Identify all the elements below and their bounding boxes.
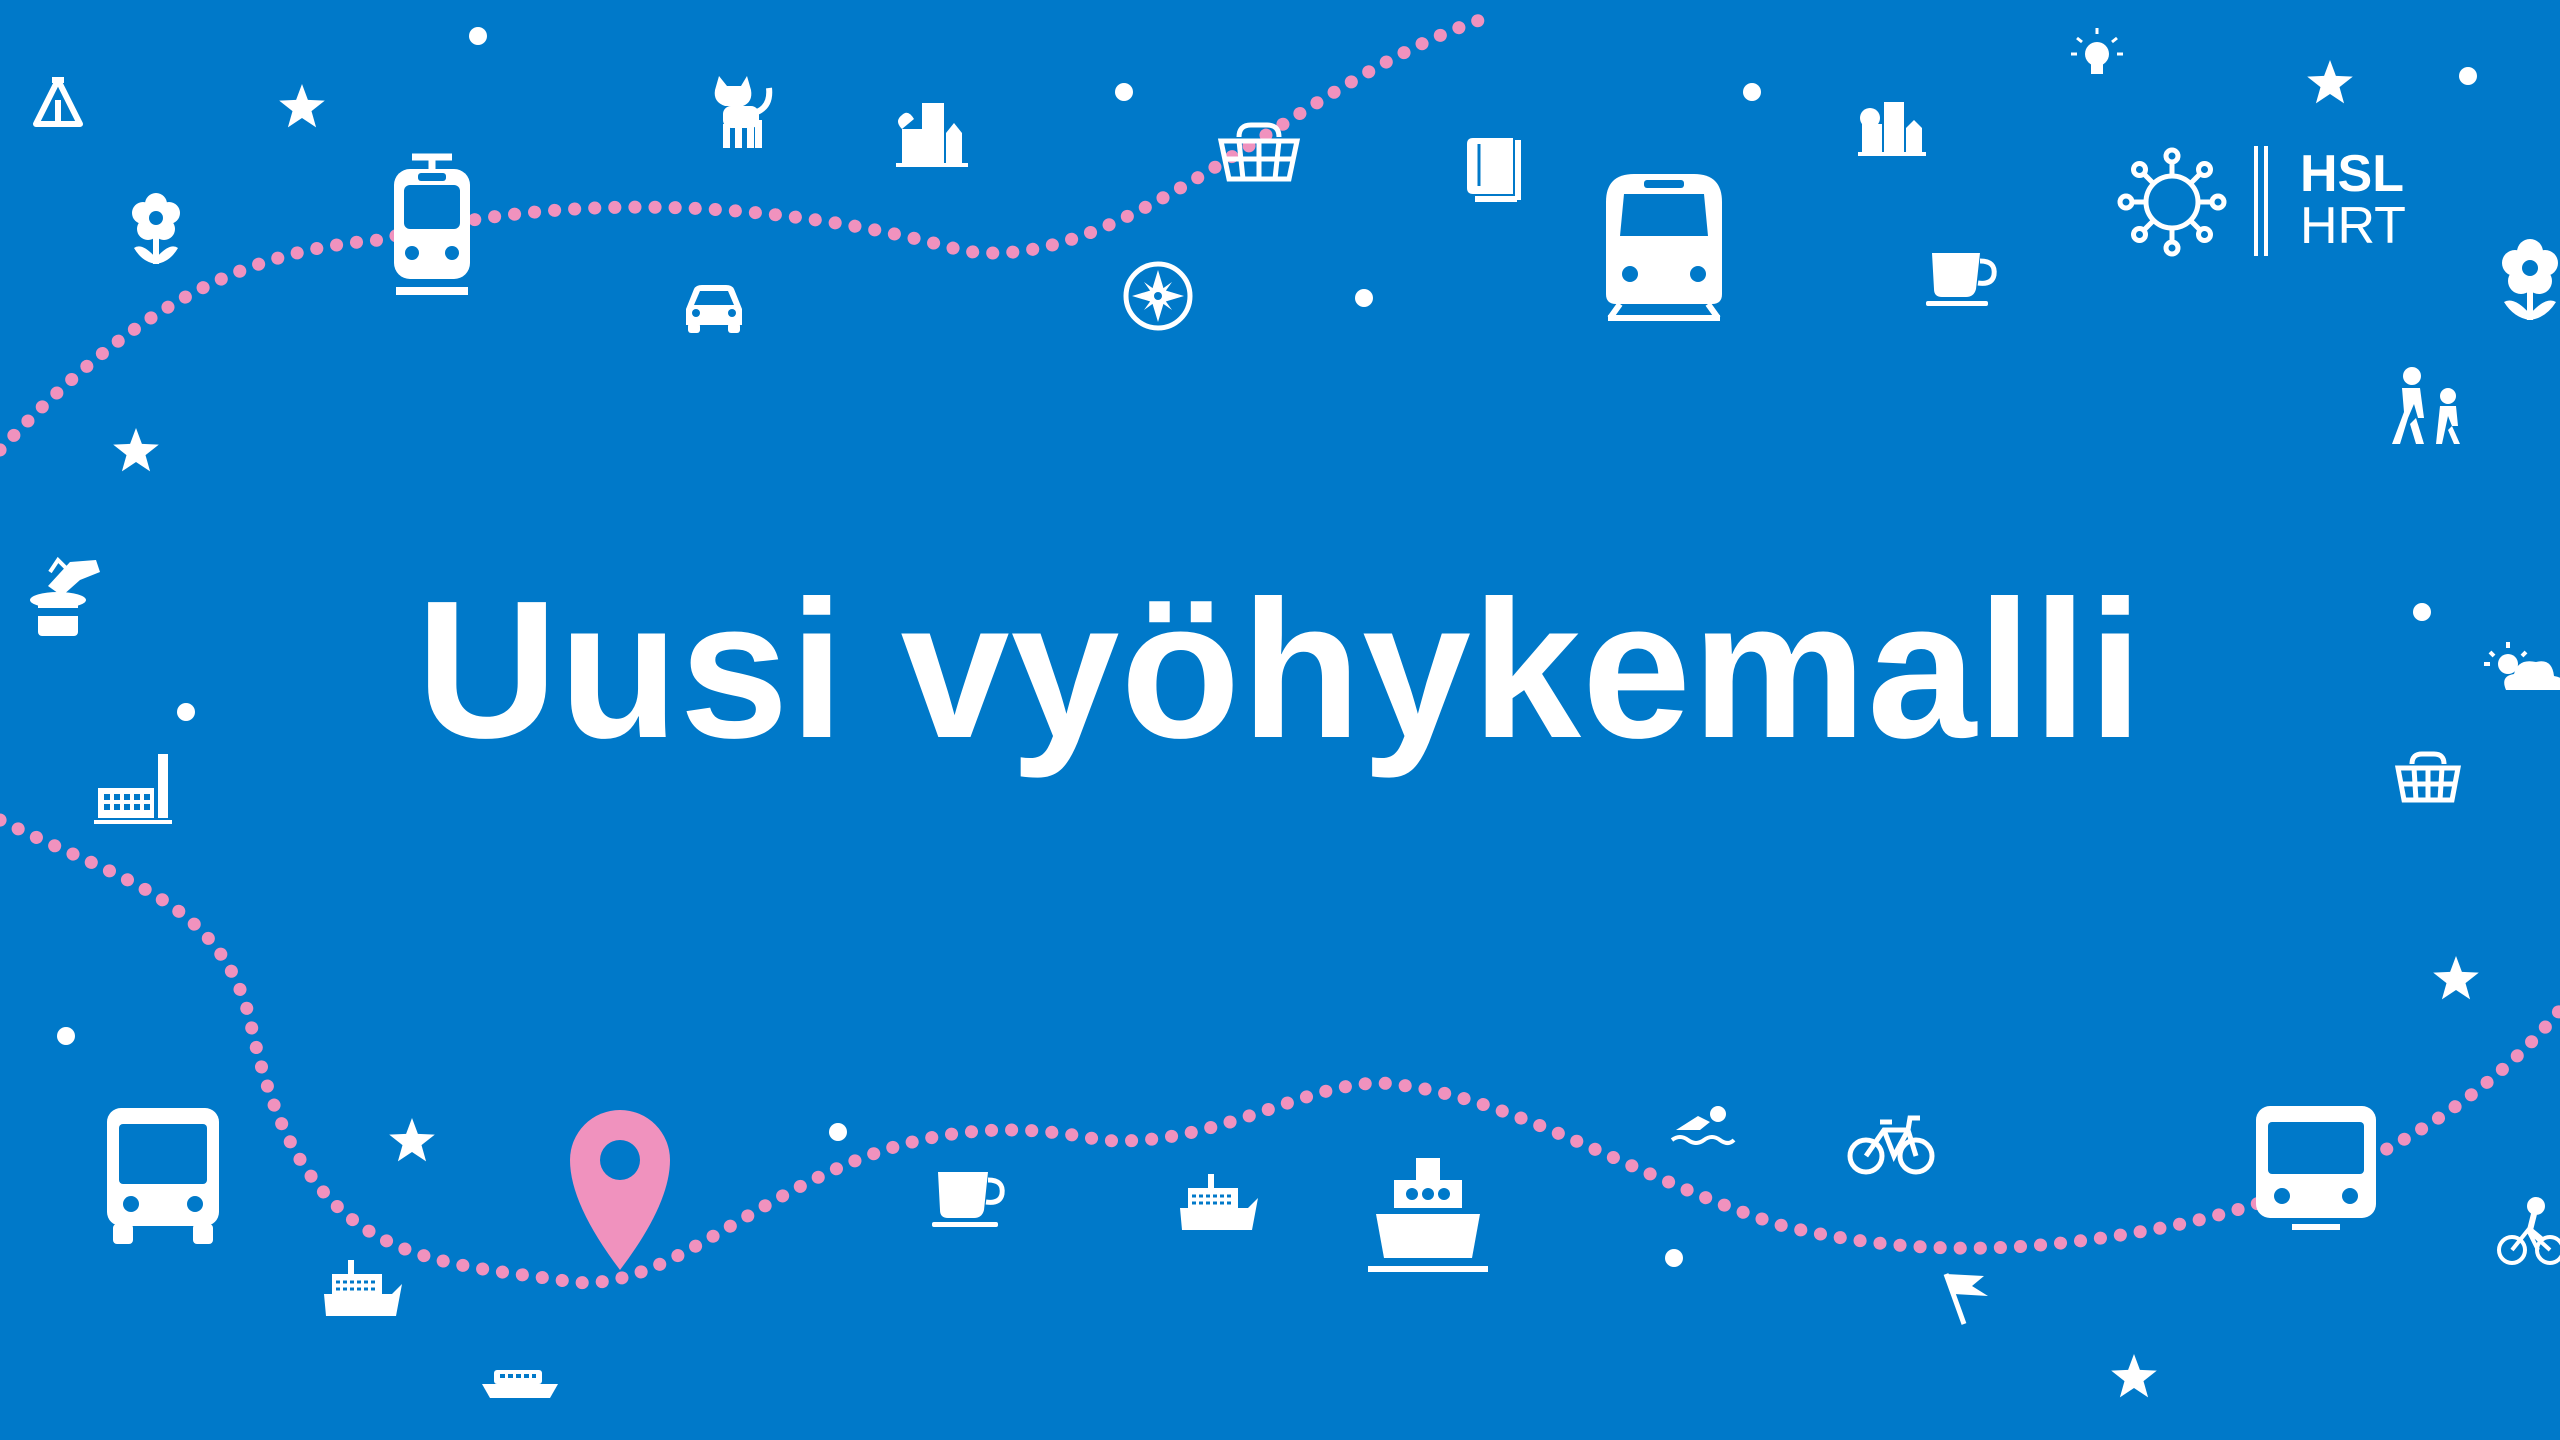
- white-dot: [57, 1027, 75, 1045]
- tram-icon: [394, 153, 470, 295]
- white-dot: [469, 27, 487, 45]
- page-title: Uusi vyöhykemalli: [416, 560, 2144, 779]
- swimmer-icon: [1670, 1106, 1736, 1145]
- ship-icon: [1368, 1158, 1488, 1272]
- white-dot: [2459, 67, 2477, 85]
- white-dot: [829, 1123, 847, 1141]
- lightbulb-icon: [2071, 28, 2123, 74]
- white-dot: [1665, 1249, 1683, 1267]
- star-icon: [2433, 956, 2479, 1000]
- flower-icon: [2502, 239, 2558, 320]
- flower-icon: [132, 193, 180, 264]
- ferry-icon: [324, 1260, 402, 1316]
- city-buildings-icon: [896, 103, 968, 167]
- coffee-cup-icon: [1926, 253, 1997, 306]
- city-bike-icon: [1847, 1115, 1935, 1175]
- boat-icon: [482, 1370, 558, 1398]
- cyclist-icon: [2497, 1197, 2560, 1265]
- white-dot: [1355, 289, 1373, 307]
- hsl-logo-line2: HRT: [2300, 197, 2406, 255]
- hsl-logo: HSL HRT: [2110, 140, 2420, 270]
- star-icon: [113, 428, 159, 472]
- coffee-cup-icon: [932, 1172, 1005, 1227]
- cat-icon: [714, 76, 773, 148]
- car-icon: [686, 285, 742, 333]
- star-icon: [279, 84, 325, 128]
- star-icon: [2111, 1354, 2157, 1398]
- white-dot: [1115, 83, 1133, 101]
- tent-icon: [33, 77, 83, 127]
- hsl-logo-text: HSL HRT: [2300, 148, 2406, 252]
- hsl-logo-line1: HSL: [2300, 145, 2404, 203]
- location-pin-icon: [570, 1110, 670, 1270]
- city-buildings-icon: [1858, 102, 1926, 156]
- star-icon: [2307, 60, 2353, 104]
- pedestrians-icon: [2392, 367, 2460, 444]
- compass-icon: [1123, 261, 1193, 331]
- dotted-route: [0, 813, 2560, 1290]
- flag-icon: [1943, 1273, 1988, 1325]
- bus-icon: [107, 1108, 219, 1244]
- commuter-train-icon: [1606, 174, 1722, 321]
- star-icon: [389, 1118, 435, 1162]
- book-icon: [1467, 138, 1521, 202]
- dotted-route: [0, 13, 1487, 457]
- metro-icon: [2256, 1106, 2376, 1230]
- ferry-icon: [1180, 1174, 1258, 1230]
- white-dot: [1743, 83, 1761, 101]
